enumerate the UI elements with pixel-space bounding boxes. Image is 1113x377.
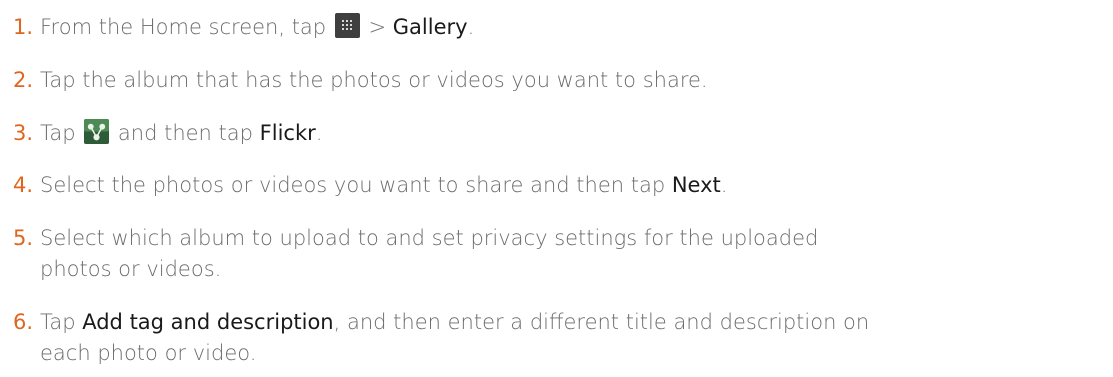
- step-text-segment: Select the photos or videos you want to …: [40, 173, 672, 197]
- step-3: 3. Tap and then tap Flickr.: [0, 118, 1100, 149]
- step-number: 1.: [13, 15, 34, 39]
- step-number: 6.: [13, 310, 34, 334]
- step-number: 5.: [13, 226, 34, 250]
- step-text-segment: .: [467, 15, 475, 39]
- step-text-segment: .: [720, 173, 728, 197]
- step-text-segment: >: [361, 15, 393, 39]
- step-number: 4.: [13, 173, 34, 197]
- share-icon: [84, 119, 110, 144]
- step-number: 2.: [13, 68, 34, 92]
- instruction-steps: 1. From the Home screen, tap > Gallery. …: [0, 0, 1113, 377]
- step-text: Tap and then tap Flickr.: [40, 118, 1100, 149]
- ui-label-gallery: Gallery: [392, 15, 468, 39]
- step-4: 4. Select the photos or videos you want …: [0, 170, 1100, 201]
- step-text-segment: .: [315, 121, 323, 145]
- ui-label-add-tag-and-description: Add tag and description: [82, 310, 334, 334]
- ui-label-next: Next: [671, 173, 721, 197]
- step-text-line: photos or videos.: [40, 257, 222, 281]
- step-text-line: Select which album to upload to and set …: [40, 226, 819, 250]
- step-number: 3.: [13, 121, 34, 145]
- step-6: 6. Tap Add tag and description, and then…: [0, 307, 1100, 369]
- step-text-segment: , and then enter a different title and d…: [333, 310, 870, 334]
- step-text-segment: From the Home screen, tap: [40, 15, 333, 39]
- step-text: From the Home screen, tap > Gallery.: [40, 12, 1100, 43]
- all-apps-grid-icon: [334, 13, 360, 38]
- step-text-line: Tap Add tag and description, and then en…: [40, 307, 1100, 338]
- step-text-line: each photo or video.: [40, 341, 257, 365]
- step-1: 1. From the Home screen, tap > Gallery.: [0, 12, 1100, 43]
- step-5: 5. Select which album to upload to and s…: [0, 223, 1100, 285]
- step-text: Tap the album that has the photos or vid…: [40, 68, 708, 92]
- step-text-segment: Tap: [40, 121, 83, 145]
- step-text-segment: Tap: [40, 310, 83, 334]
- step-text-segment: and then tap: [111, 121, 260, 145]
- step-text: Select the photos or videos you want to …: [40, 170, 1100, 201]
- step-2: 2. Tap the album that has the photos or …: [0, 65, 1100, 96]
- ui-label-flickr: Flickr: [259, 121, 316, 145]
